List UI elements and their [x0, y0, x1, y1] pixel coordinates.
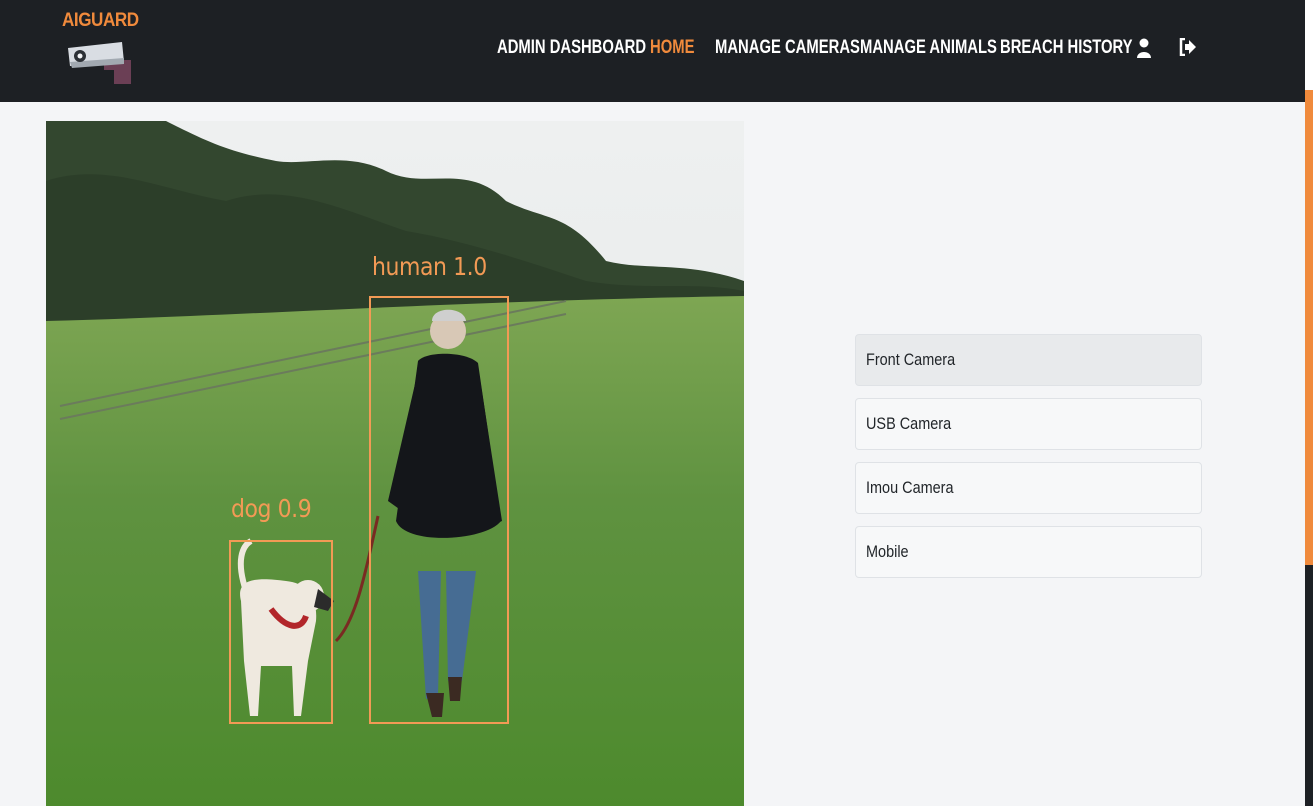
- detection-label-human: human 1.0: [372, 252, 487, 281]
- main-nav: ADMIN DASHBOARD HOME MANAGE CAMERAS MANA…: [497, 36, 1133, 60]
- security-camera-icon: [68, 42, 131, 84]
- detection-box-dog: [229, 540, 333, 724]
- detection-label-dog: dog 0.9: [231, 494, 312, 523]
- top-navbar: AIGUARD ADMIN DASHBOARD HOME MANAGE CAME…: [0, 0, 1305, 102]
- camera-list: Front Camera USB Camera Imou Camera Mobi…: [855, 334, 1202, 590]
- camera-item-label: Front Camera: [866, 350, 956, 369]
- detection-box-human: [369, 296, 509, 724]
- nav-admin-dashboard[interactable]: ADMIN DASHBOARD: [497, 37, 646, 59]
- camera-item-front[interactable]: Front Camera: [855, 334, 1202, 386]
- user-icon[interactable]: [1137, 38, 1151, 58]
- camera-feed: human 1.0 dog 0.9: [46, 121, 744, 806]
- camera-item-label: Mobile: [866, 542, 909, 561]
- nav-breach-history[interactable]: BREACH HISTORY: [1000, 37, 1133, 59]
- brand-name: AIGUARD: [62, 10, 139, 31]
- camera-item-imou[interactable]: Imou Camera: [855, 462, 1202, 514]
- brand-logo[interactable]: AIGUARD: [62, 10, 142, 86]
- camera-item-label: USB Camera: [866, 414, 952, 433]
- nav-home[interactable]: HOME: [650, 37, 701, 59]
- camera-item-label: Imou Camera: [866, 478, 954, 497]
- nav-manage-cameras[interactable]: MANAGE CAMERAS: [715, 37, 860, 59]
- logout-icon[interactable]: [1179, 38, 1197, 56]
- edge-strip-top: [1305, 0, 1313, 90]
- scrollbar-thumb[interactable]: [1305, 90, 1313, 565]
- camera-item-usb[interactable]: USB Camera: [855, 398, 1202, 450]
- camera-item-mobile[interactable]: Mobile: [855, 526, 1202, 578]
- nav-manage-animals[interactable]: MANAGE ANIMALS: [860, 37, 997, 59]
